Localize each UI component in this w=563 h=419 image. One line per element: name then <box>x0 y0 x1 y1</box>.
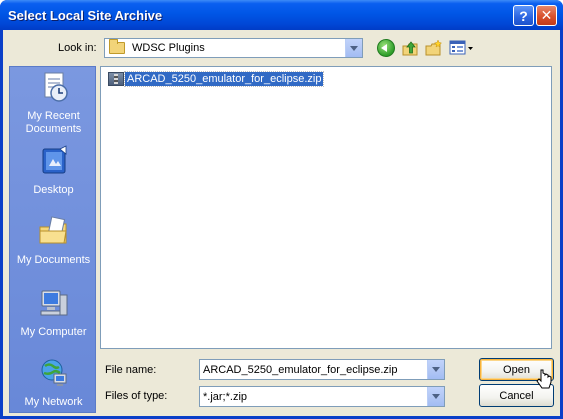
my-computer-icon <box>40 290 67 316</box>
look-in-value: WDSC Plugins <box>132 42 205 54</box>
dialog-client: Look in: WDSC Plugins My Recent Document… <box>3 30 560 416</box>
file-name-field[interactable]: ARCAD_5250_emulator_for_eclipse.zip <box>199 359 445 380</box>
dropdown-button[interactable] <box>427 360 444 379</box>
close-button[interactable]: ✕ <box>536 5 557 26</box>
place-my-recent-documents[interactable]: My Recent Documents <box>10 71 97 136</box>
place-label: Desktop <box>33 184 74 196</box>
look-in-label: Look in: <box>58 42 97 54</box>
place-my-network[interactable]: My Network <box>10 357 97 409</box>
place-label: My Network <box>24 396 83 408</box>
files-of-type-dropdown[interactable]: *.jar;*.zip <box>199 386 445 407</box>
archive-icon <box>108 72 124 86</box>
chevron-down-icon <box>432 394 440 399</box>
recent-documents-icon <box>44 72 68 102</box>
window-title: Select Local Site Archive <box>8 8 163 23</box>
files-of-type-label: Files of type: <box>105 390 168 402</box>
dialog-window: Select Local Site Archive ? ✕ Look in: W… <box>0 0 563 419</box>
desktop-icon <box>42 145 66 174</box>
help-button[interactable]: ? <box>513 5 534 26</box>
files-of-type-value: *.jar;*.zip <box>203 390 248 403</box>
place-my-computer[interactable]: My Computer <box>10 287 97 339</box>
dropdown-button[interactable] <box>427 387 444 406</box>
place-my-documents[interactable]: My Documents <box>10 215 97 267</box>
back-icon[interactable] <box>377 39 395 57</box>
title-bar[interactable]: Select Local Site Archive ? ✕ <box>0 0 563 30</box>
look-in-dropdown[interactable]: WDSC Plugins <box>104 38 363 58</box>
chevron-down-icon <box>432 367 440 372</box>
new-folder-icon[interactable] <box>425 39 443 57</box>
views-menu-icon[interactable] <box>449 39 475 57</box>
mouse-pointer-icon <box>536 369 552 389</box>
place-label: My Documents <box>16 254 91 266</box>
file-name: ARCAD_5250_emulator_for_eclipse.zip <box>123 71 325 87</box>
folder-icon <box>109 39 125 54</box>
list-item[interactable]: ARCAD_5250_emulator_for_eclipse.zip <box>108 71 325 87</box>
chevron-down-icon <box>350 45 358 51</box>
file-list[interactable]: ARCAD_5250_emulator_for_eclipse.zip <box>100 66 552 349</box>
my-documents-icon <box>39 216 67 244</box>
file-name-value[interactable]: ARCAD_5250_emulator_for_eclipse.zip <box>200 364 427 376</box>
help-icon: ? <box>519 7 528 24</box>
dropdown-button[interactable] <box>345 39 362 57</box>
place-desktop[interactable]: Desktop <box>10 145 97 197</box>
file-name-label: File name: <box>105 364 157 376</box>
place-label: My Recent Documents <box>25 110 82 135</box>
my-network-icon <box>41 359 66 386</box>
places-bar: My Recent Documents Desktop My Documents <box>9 66 96 413</box>
place-label: My Computer <box>20 326 87 338</box>
close-icon: ✕ <box>540 7 553 23</box>
up-folder-icon[interactable] <box>401 39 419 57</box>
